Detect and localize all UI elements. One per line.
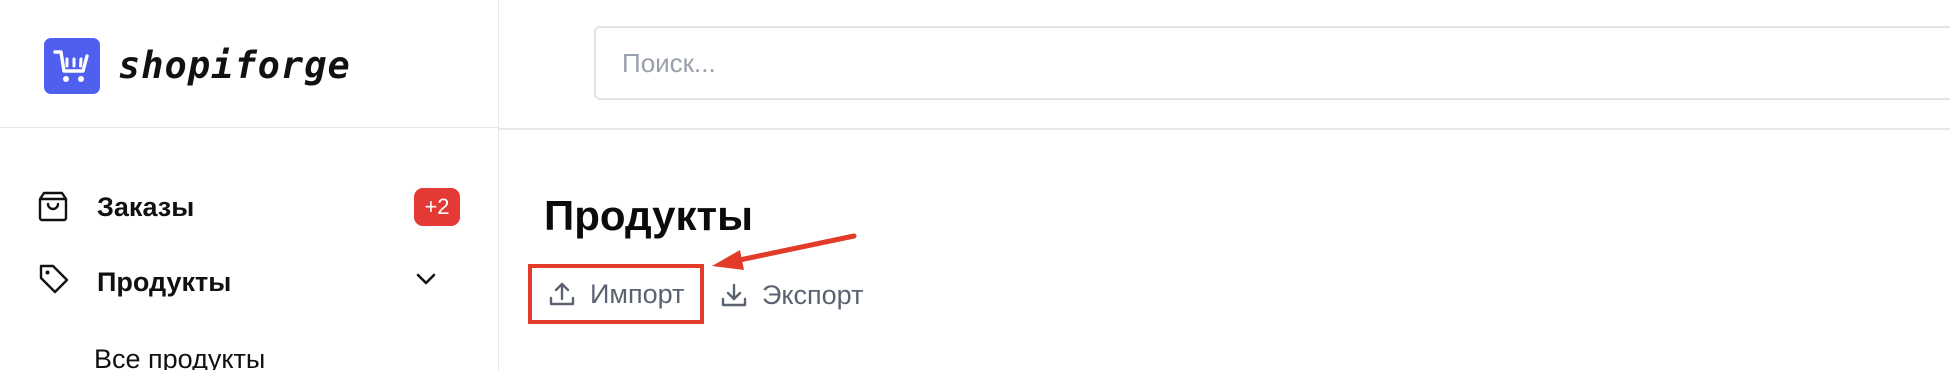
sidebar-item-products[interactable]: Продукты	[0, 253, 498, 313]
cart-icon	[53, 50, 89, 82]
import-button[interactable]: Импорт	[528, 264, 704, 324]
sidebar-subitem-all-products[interactable]: Все продукты	[94, 344, 265, 370]
brand-header[interactable]: shopiforge	[0, 0, 498, 128]
search-input[interactable]	[594, 26, 1950, 100]
header-divider	[498, 128, 1950, 130]
tag-icon	[38, 263, 70, 300]
export-label: Экспорт	[762, 279, 864, 310]
sidebar: shopiforge Заказы +2 Продукты Все продук…	[0, 0, 499, 370]
page-title: Продукты	[544, 192, 753, 239]
sidebar-item-label: Заказы	[97, 192, 195, 222]
export-button[interactable]: Экспорт	[720, 268, 863, 322]
upload-icon	[548, 280, 576, 308]
sidebar-item-orders[interactable]: Заказы +2	[0, 178, 498, 238]
logo	[44, 38, 100, 94]
orders-count-badge: +2	[414, 188, 460, 226]
sidebar-item-label: Продукты	[97, 267, 232, 297]
chevron-down-icon[interactable]	[414, 271, 438, 292]
brand-name: shopiforge	[118, 44, 351, 87]
import-label: Импорт	[590, 278, 685, 309]
shopping-bag-icon	[38, 190, 68, 227]
download-icon	[720, 281, 748, 309]
app-root: shopiforge Заказы +2 Продукты Все продук…	[0, 0, 1950, 370]
